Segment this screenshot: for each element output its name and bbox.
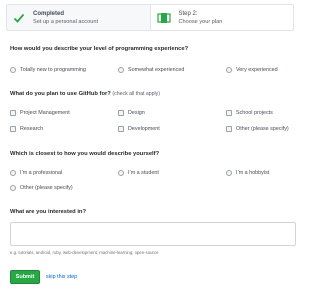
step-subtitle: Set up a personal account <box>33 18 98 25</box>
checkbox[interactable] <box>10 126 16 132</box>
checkbox[interactable] <box>226 110 232 116</box>
usage-option[interactable]: Project Management <box>10 110 70 116</box>
radio-button[interactable] <box>118 67 124 73</box>
describe-option[interactable]: I’m a professional <box>10 170 62 176</box>
interests-input[interactable] <box>10 222 296 246</box>
submit-button[interactable]: Submit <box>10 270 40 284</box>
usage-option[interactable]: School projects <box>226 110 273 116</box>
describe-question: Which is closest to how you would descri… <box>10 151 160 157</box>
experience-option[interactable]: Totally new to programming <box>10 67 86 73</box>
interests-hint: e.g. tutorials, android, ruby, web-devel… <box>10 250 159 255</box>
step-title: Step 2: <box>178 10 198 17</box>
radio-button[interactable] <box>226 170 232 176</box>
usage-option[interactable]: Development <box>118 126 160 132</box>
usage-option[interactable]: Design <box>118 110 145 116</box>
describe-option[interactable]: I’m a hobbyist <box>226 170 269 176</box>
experience-option[interactable]: Somewhat experienced <box>118 67 184 73</box>
signup-steps: Completed Set up a personal account Step… <box>6 4 294 31</box>
usage-note: (check all that apply) <box>112 91 160 97</box>
usage-option[interactable]: Research <box>10 126 43 132</box>
step-subtitle: Choose your plan <box>178 18 223 25</box>
interests-question: What are you interested in? <box>10 209 87 215</box>
book-icon <box>156 12 171 24</box>
radio-button[interactable] <box>10 185 16 191</box>
checkbox[interactable] <box>118 126 124 132</box>
step-completed: Completed Set up a personal account <box>7 5 151 30</box>
skip-step-link[interactable]: skip this step <box>46 274 77 280</box>
step-current: Step 2: Choose your plan <box>151 5 294 30</box>
checkbox[interactable] <box>226 126 232 132</box>
check-icon <box>13 12 25 24</box>
describe-option[interactable]: I’m a student <box>118 170 159 176</box>
describe-option[interactable]: Other (please specify) <box>10 185 73 191</box>
usage-option[interactable]: Other (please specify) <box>226 126 289 132</box>
checkbox[interactable] <box>118 110 124 116</box>
radio-button[interactable] <box>10 170 16 176</box>
experience-option[interactable]: Very experienced <box>226 67 278 73</box>
radio-button[interactable] <box>10 67 16 73</box>
radio-button[interactable] <box>118 170 124 176</box>
experience-question: How would you describe your level of pro… <box>10 46 189 52</box>
checkbox[interactable] <box>10 110 16 116</box>
usage-question: What do you plan to use GitHub for? (che… <box>10 91 160 97</box>
step-title: Completed <box>33 10 65 17</box>
radio-button[interactable] <box>226 67 232 73</box>
